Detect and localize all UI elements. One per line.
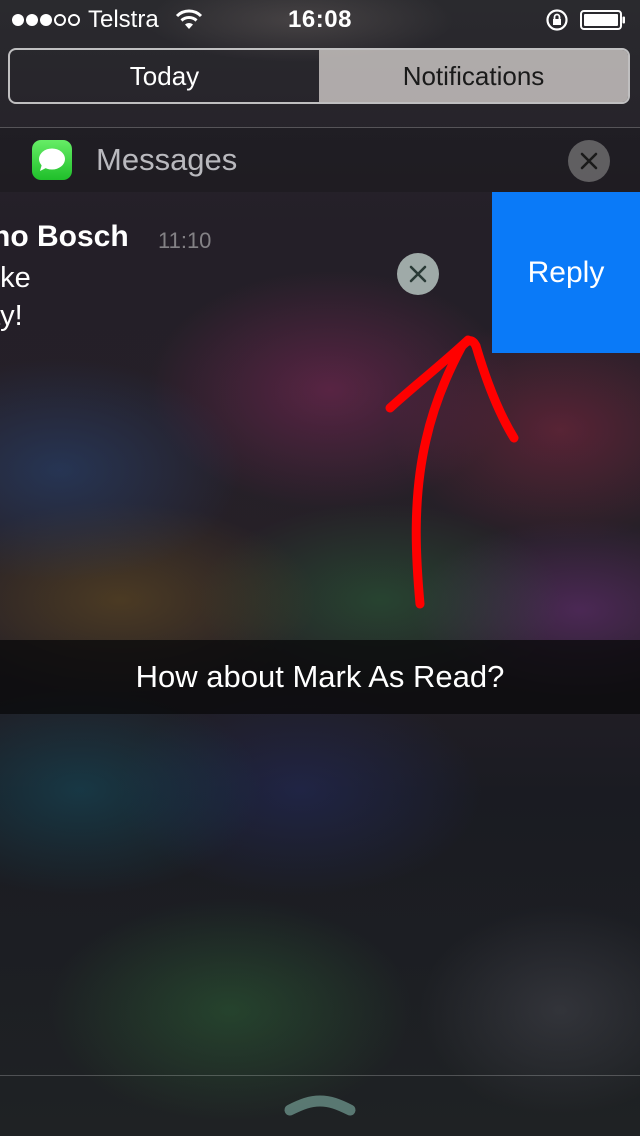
- red-annotation-arrow: [385, 335, 519, 609]
- annotation-caption: How about Mark As Read?: [0, 640, 640, 714]
- divider: [0, 1075, 640, 1076]
- chevron-up-icon[interactable]: [280, 1090, 360, 1120]
